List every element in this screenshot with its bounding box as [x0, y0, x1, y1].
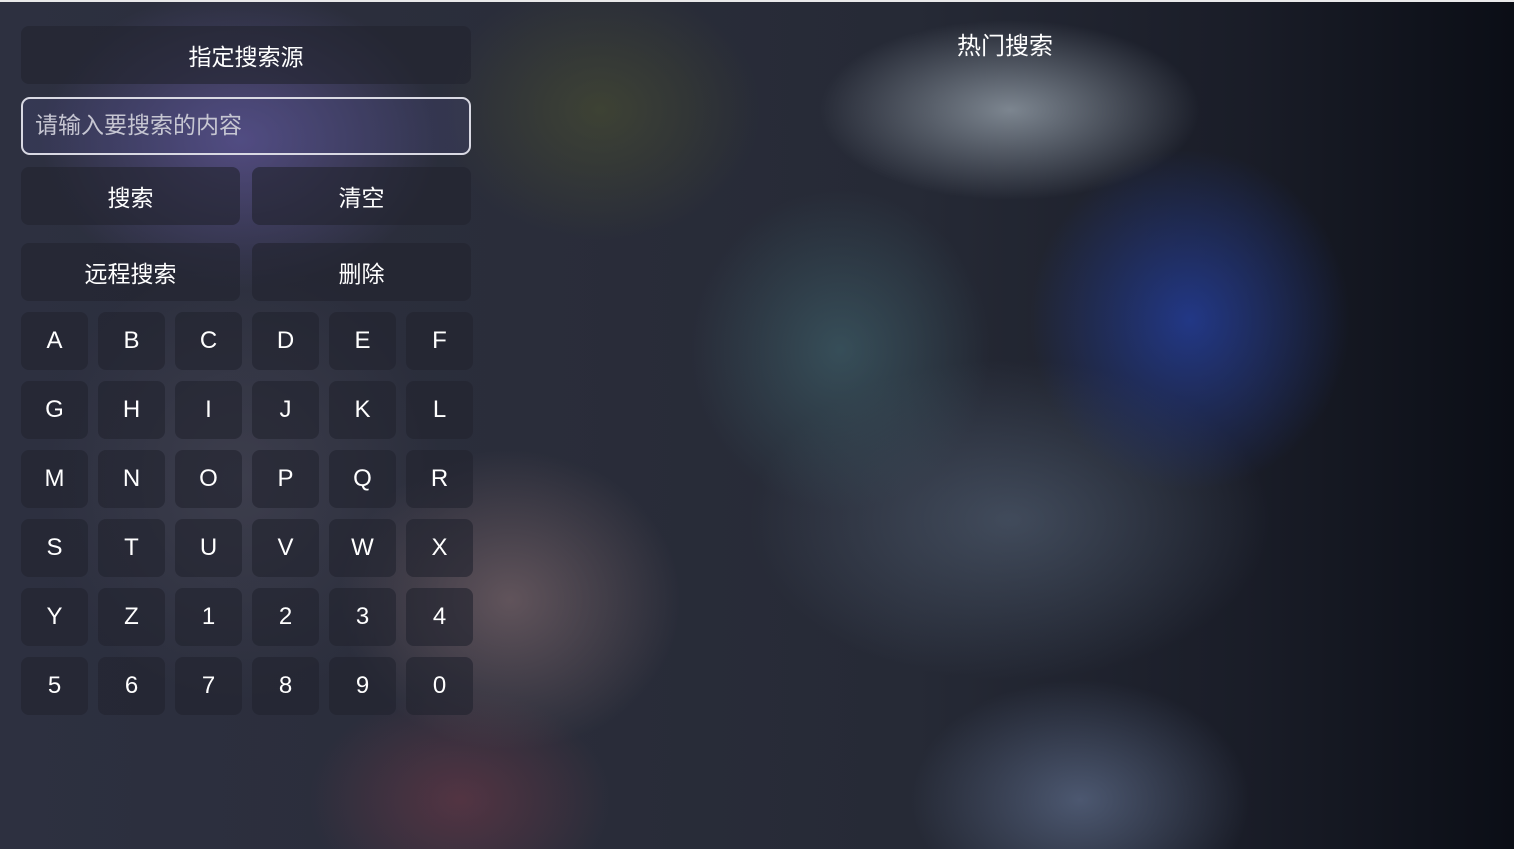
key-h[interactable]: H: [98, 381, 165, 439]
key-3[interactable]: 3: [329, 588, 396, 646]
action-row-2: 远程搜索 删除: [21, 243, 471, 301]
key-f[interactable]: F: [406, 312, 473, 370]
key-v[interactable]: V: [252, 519, 319, 577]
key-r[interactable]: R: [406, 450, 473, 508]
key-d[interactable]: D: [252, 312, 319, 370]
top-edge-line: [0, 0, 1514, 2]
key-4[interactable]: 4: [406, 588, 473, 646]
key-9[interactable]: 9: [329, 657, 396, 715]
key-6[interactable]: 6: [98, 657, 165, 715]
key-y[interactable]: Y: [21, 588, 88, 646]
key-j[interactable]: J: [252, 381, 319, 439]
key-p[interactable]: P: [252, 450, 319, 508]
hot-search-title: 热门搜索: [957, 32, 1053, 60]
virtual-keyboard: A B C D E F G H I J K L M N O P Q R S T …: [21, 312, 473, 715]
key-b[interactable]: B: [98, 312, 165, 370]
search-button[interactable]: 搜索: [21, 167, 240, 225]
key-8[interactable]: 8: [252, 657, 319, 715]
clear-button[interactable]: 清空: [252, 167, 471, 225]
key-g[interactable]: G: [21, 381, 88, 439]
search-panel: 指定搜索源 搜索 清空 远程搜索 删除 A B C D E F G H I J …: [21, 26, 473, 715]
key-w[interactable]: W: [329, 519, 396, 577]
key-c[interactable]: C: [175, 312, 242, 370]
key-a[interactable]: A: [21, 312, 88, 370]
search-input[interactable]: [23, 99, 469, 153]
key-x[interactable]: X: [406, 519, 473, 577]
key-m[interactable]: M: [21, 450, 88, 508]
delete-button[interactable]: 删除: [252, 243, 471, 301]
key-l[interactable]: L: [406, 381, 473, 439]
key-7[interactable]: 7: [175, 657, 242, 715]
key-u[interactable]: U: [175, 519, 242, 577]
search-input-box[interactable]: [21, 97, 471, 155]
key-0[interactable]: 0: [406, 657, 473, 715]
key-z[interactable]: Z: [98, 588, 165, 646]
key-k[interactable]: K: [329, 381, 396, 439]
search-source-button[interactable]: 指定搜索源: [21, 26, 471, 84]
key-s[interactable]: S: [21, 519, 88, 577]
key-5[interactable]: 5: [21, 657, 88, 715]
key-t[interactable]: T: [98, 519, 165, 577]
key-n[interactable]: N: [98, 450, 165, 508]
key-1[interactable]: 1: [175, 588, 242, 646]
action-row: 搜索 清空: [21, 167, 471, 225]
key-i[interactable]: I: [175, 381, 242, 439]
remote-search-button[interactable]: 远程搜索: [21, 243, 240, 301]
key-q[interactable]: Q: [329, 450, 396, 508]
key-e[interactable]: E: [329, 312, 396, 370]
key-o[interactable]: O: [175, 450, 242, 508]
key-2[interactable]: 2: [252, 588, 319, 646]
